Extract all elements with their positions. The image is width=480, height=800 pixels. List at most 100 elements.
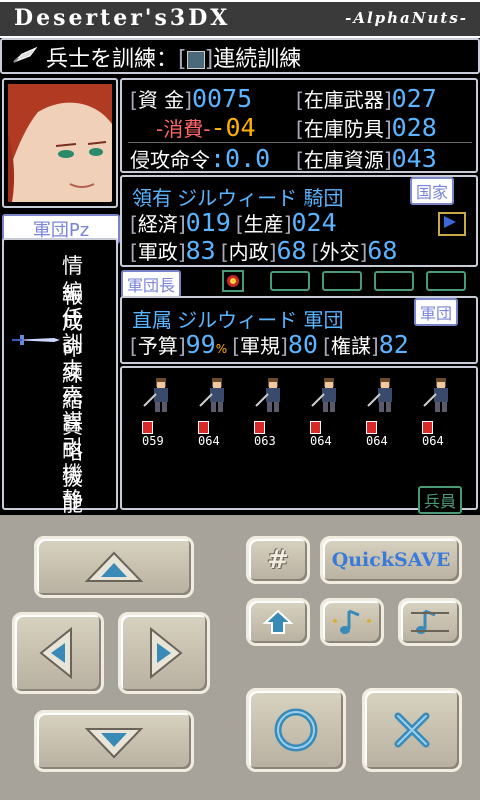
circle-icon bbox=[274, 708, 318, 752]
arrow-left-icon bbox=[39, 626, 72, 680]
sound-settings-button[interactable] bbox=[398, 598, 462, 646]
corps-panel-tag[interactable]: 軍団 bbox=[414, 298, 459, 326]
soldiers-tag[interactable]: 兵員 bbox=[418, 486, 463, 514]
dpad-up-button[interactable] bbox=[34, 536, 194, 598]
stat-icon bbox=[198, 421, 209, 434]
economy-value: 019 bbox=[185, 208, 231, 237]
corps-stats-row: [予算]99% [軍規]80 [権謀]82 bbox=[130, 330, 409, 359]
soldier-stat: 063 bbox=[254, 420, 276, 448]
consume-row: -消費--04 bbox=[156, 113, 256, 142]
weapons-value: 027 bbox=[391, 84, 437, 113]
commander-portrait bbox=[2, 78, 118, 208]
production-value: 024 bbox=[291, 208, 337, 237]
stat-icon bbox=[254, 421, 265, 434]
scroll-up-button[interactable] bbox=[246, 598, 310, 646]
funds-value: 0075 bbox=[191, 84, 253, 113]
cross-icon bbox=[394, 712, 430, 748]
portrait-image bbox=[8, 84, 112, 202]
dpad-down-button[interactable] bbox=[34, 710, 194, 772]
military-value: 83 bbox=[185, 236, 216, 265]
arrow-up-icon bbox=[84, 551, 144, 582]
owner-label: 領有 bbox=[132, 186, 172, 210]
invade-row: 侵攻命令:0.0 bbox=[130, 144, 270, 173]
quicksave-button[interactable]: QuickSAVE bbox=[320, 536, 462, 584]
material-value: 043 bbox=[391, 144, 437, 173]
flag-icon[interactable] bbox=[438, 212, 466, 236]
arrow-down-icon bbox=[84, 728, 144, 759]
leader-slot[interactable] bbox=[270, 271, 310, 291]
armor-row: [在庫防具]028 bbox=[296, 113, 437, 142]
cancel-button[interactable] bbox=[362, 688, 462, 772]
soldier-stat-value: 063 bbox=[254, 434, 276, 448]
funds-label: 資 金 bbox=[137, 88, 185, 112]
funds-row: [資 金]0075 bbox=[130, 84, 253, 113]
leader-tag[interactable]: 軍団長 bbox=[121, 270, 182, 298]
command-text: 兵士を訓練：[]連続訓練 bbox=[46, 47, 302, 72]
leader-emblem-icon[interactable] bbox=[222, 270, 244, 292]
soldier-stat-value: 064 bbox=[366, 434, 388, 448]
politics-row: [軍政]83 [内政]68 [外交]68 bbox=[130, 236, 398, 265]
quill-icon bbox=[13, 46, 38, 63]
scheme-value: 82 bbox=[378, 330, 409, 359]
command-label: 兵士を訓練： bbox=[46, 47, 179, 72]
budget-label: 予算 bbox=[137, 334, 178, 358]
soldier-stat-value: 064 bbox=[422, 434, 444, 448]
soldier-sprite[interactable] bbox=[366, 376, 402, 416]
economy-row: [経済]019 [生産]024 bbox=[130, 208, 337, 237]
sound-toggle-icon bbox=[411, 609, 449, 634]
soldier-sprite[interactable] bbox=[142, 376, 178, 416]
leader-slot[interactable] bbox=[322, 271, 362, 291]
soldier-sprite[interactable] bbox=[254, 376, 290, 416]
soldier-sprite[interactable] bbox=[198, 376, 234, 416]
soldier-stat-value: 064 bbox=[198, 434, 220, 448]
stat-icon bbox=[422, 421, 433, 434]
scheme-label: 権謀 bbox=[330, 334, 371, 358]
nation-owner: 領有 ジルウィード 騎団 bbox=[132, 182, 343, 211]
invade-label: 侵攻命令 bbox=[130, 148, 210, 172]
production-label: 生産 bbox=[243, 212, 284, 236]
soldier-stat: 064 bbox=[366, 420, 388, 448]
leader-slot[interactable] bbox=[426, 271, 466, 291]
dpad-right-button[interactable] bbox=[118, 612, 210, 694]
soldier-stat: 064 bbox=[198, 420, 220, 448]
confirm-button[interactable] bbox=[246, 688, 346, 772]
soldier-stat-value: 064 bbox=[310, 434, 332, 448]
soldier-stat: 064 bbox=[422, 420, 444, 448]
divider bbox=[128, 142, 472, 143]
sword-cursor-icon bbox=[12, 335, 60, 345]
dpad-left-button[interactable] bbox=[12, 612, 104, 694]
stat-icon bbox=[366, 421, 377, 434]
internal-value: 68 bbox=[276, 236, 307, 265]
direct-name: ジルウィード 軍団 bbox=[177, 308, 344, 332]
hash-button[interactable]: # bbox=[246, 536, 310, 584]
budget-value: 99 bbox=[185, 330, 216, 359]
invade-value: :0.0 bbox=[210, 144, 271, 173]
consume-label: -消費- bbox=[156, 117, 211, 141]
soldier-stat: 059 bbox=[142, 420, 164, 448]
soldier-sprite[interactable] bbox=[422, 376, 458, 416]
consume-value: -04 bbox=[210, 113, 256, 142]
stat-icon bbox=[310, 421, 321, 434]
owner-name: ジルウィード 騎団 bbox=[177, 186, 344, 210]
budget-unit: % bbox=[215, 342, 228, 356]
leader-slot[interactable] bbox=[374, 271, 414, 291]
soldier-sprite[interactable] bbox=[310, 376, 346, 416]
up-arrow-icon bbox=[262, 609, 294, 634]
material-label: 在庫資源 bbox=[303, 148, 384, 172]
armor-label: 在庫防具 bbox=[303, 117, 384, 141]
diplomacy-value: 68 bbox=[367, 236, 398, 265]
soldier-stat-value: 059 bbox=[142, 434, 164, 448]
corps-name-row: 直属 ジルウィード 軍団 bbox=[132, 304, 343, 333]
music-button[interactable] bbox=[320, 598, 384, 646]
command-menu bbox=[2, 238, 118, 510]
internal-label: 内政 bbox=[228, 240, 269, 264]
command-mode: 連続訓練 bbox=[213, 47, 302, 72]
music-note-icon bbox=[333, 609, 371, 634]
nation-tag[interactable]: 国家 bbox=[410, 177, 455, 205]
discipline-label: 軍規 bbox=[240, 334, 281, 358]
arrow-right-icon bbox=[150, 626, 183, 680]
material-row: [在庫資源]043 bbox=[296, 144, 437, 173]
discipline-value: 80 bbox=[287, 330, 318, 359]
app-title: Deserter's3DX bbox=[14, 5, 231, 31]
armor-value: 028 bbox=[391, 113, 437, 142]
